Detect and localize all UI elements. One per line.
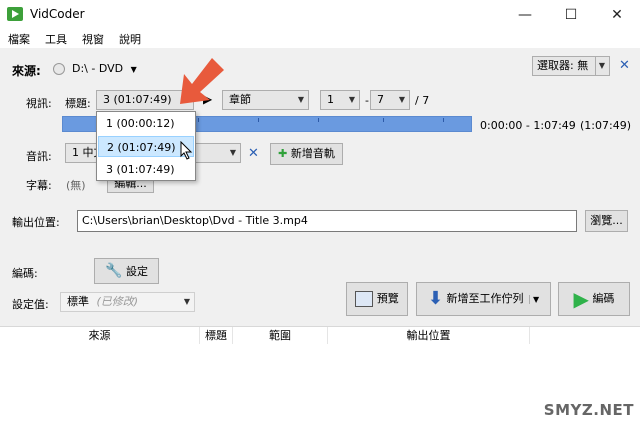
- title-option[interactable]: 3 (01:07:49): [98, 159, 194, 180]
- watermark: SMYZ.NET: [543, 401, 634, 419]
- add-to-queue-button[interactable]: ⬇ 新增至工作佇列 ▼: [416, 282, 551, 316]
- plus-icon: ✚: [278, 147, 288, 160]
- minimize-button[interactable]: —: [502, 0, 548, 30]
- remove-audio-icon[interactable]: ✕: [248, 146, 259, 161]
- column-header-range[interactable]: 範圍: [233, 327, 328, 345]
- audio-label: 音訊:: [26, 150, 52, 163]
- chapter-tick: [198, 118, 199, 122]
- down-arrow-icon: ⬇: [427, 288, 443, 309]
- picker-label: 選取器: 無: [537, 59, 589, 72]
- source-value: D:\ - DVD: [72, 62, 124, 75]
- column-header-source[interactable]: 來源: [0, 327, 200, 345]
- title-label: 標題:: [65, 97, 91, 110]
- mouse-cursor-icon: [180, 141, 193, 160]
- chevron-down-icon: ▼: [594, 57, 605, 75]
- preview-button[interactable]: 預覽: [346, 282, 408, 316]
- range-separator: -: [365, 94, 369, 107]
- close-source-icon[interactable]: ✕: [619, 58, 630, 73]
- chevron-down-icon: ▼: [528, 295, 540, 304]
- close-button[interactable]: ✕: [594, 0, 640, 30]
- range-start-value: 1: [327, 93, 334, 106]
- range-total: / 7: [415, 94, 430, 107]
- preset-label: 設定值:: [12, 298, 49, 311]
- maximize-button[interactable]: ☐: [548, 0, 594, 30]
- duration: (1:07:49): [580, 119, 631, 132]
- preset-modified: (已修改): [96, 295, 139, 308]
- subtitle-value: (無): [66, 179, 86, 192]
- queue-header: 來源 標題 範圍 輸出位置: [0, 326, 640, 346]
- output-path-field[interactable]: C:\Users\brian\Desktop\Dvd - Title 3.mp4: [77, 210, 577, 232]
- range-start-dropdown[interactable]: 1 ▼: [320, 90, 360, 110]
- chevron-down-icon: ▼: [297, 95, 304, 104]
- menu-tools[interactable]: 工具: [45, 31, 67, 47]
- chevron-down-icon: ▼: [130, 65, 137, 74]
- add-to-queue-label: 新增至工作佇列: [446, 292, 524, 305]
- browse-button[interactable]: 瀏覽...: [585, 210, 628, 232]
- range-end-dropdown[interactable]: 7 ▼: [370, 90, 410, 110]
- chapter-tick: [443, 118, 444, 122]
- encoding-label: 編碼:: [12, 267, 38, 280]
- title-option[interactable]: 1 (00:00:12): [98, 113, 194, 134]
- preview-icon: [355, 291, 374, 307]
- pointer-arrow-icon: [180, 58, 224, 104]
- add-audio-label: 新增音軌: [290, 147, 335, 160]
- range-end-value: 7: [377, 93, 384, 106]
- chapter-tick: [318, 118, 319, 122]
- play-icon: ▶: [573, 287, 589, 311]
- chapter-dropdown[interactable]: 章節 ▼: [222, 90, 309, 110]
- source-dropdown[interactable]: D:\ - DVD ▼: [72, 62, 137, 75]
- window-title: VidCoder: [30, 7, 85, 21]
- chapter-tick: [383, 118, 384, 122]
- add-audio-button[interactable]: ✚ 新增音軌: [270, 143, 343, 165]
- preview-label: 預覽: [376, 292, 399, 305]
- preset-dropdown[interactable]: 標準 (已修改) ▼: [60, 292, 195, 312]
- preset-value: 標準: [67, 295, 89, 308]
- chevron-down-icon: ▼: [229, 148, 236, 157]
- encoding-settings-button[interactable]: 🔧 設定: [94, 258, 159, 284]
- column-header-title[interactable]: 標題: [200, 327, 233, 345]
- output-label: 輸出位置:: [12, 216, 60, 229]
- encode-button[interactable]: ▶ 編碼: [558, 282, 630, 316]
- time-range: 0:00:00 - 1:07:49: [480, 119, 576, 132]
- chevron-down-icon: ▼: [183, 297, 190, 306]
- menu-window[interactable]: 視窗: [82, 31, 104, 47]
- encoding-settings-label: 設定: [125, 265, 148, 278]
- title-value: 3 (01:07:49): [103, 93, 172, 106]
- chevron-down-icon: ▼: [398, 95, 405, 104]
- subtitle-label: 字幕:: [26, 179, 52, 192]
- wrench-icon: 🔧: [105, 263, 123, 279]
- menu-help[interactable]: 說明: [119, 31, 141, 47]
- disc-icon: [53, 63, 65, 75]
- chapter-tick: [258, 118, 259, 122]
- source-label: 來源:: [12, 64, 41, 78]
- picker-dropdown[interactable]: 選取器: 無 ▼: [532, 56, 610, 76]
- encode-label: 編碼: [592, 292, 615, 305]
- output-path-value: C:\Users\brian\Desktop\Dvd - Title 3.mp4: [82, 214, 308, 227]
- video-label: 視訊:: [26, 97, 52, 110]
- chevron-down-icon: ▼: [348, 95, 355, 104]
- column-header-output[interactable]: 輸出位置: [328, 327, 530, 345]
- title-option-label: 2 (01:07:49): [107, 141, 176, 154]
- vidcoder-app-icon: [7, 7, 23, 21]
- chapter-value: 章節: [229, 93, 251, 106]
- menu-file[interactable]: 檔案: [8, 31, 30, 47]
